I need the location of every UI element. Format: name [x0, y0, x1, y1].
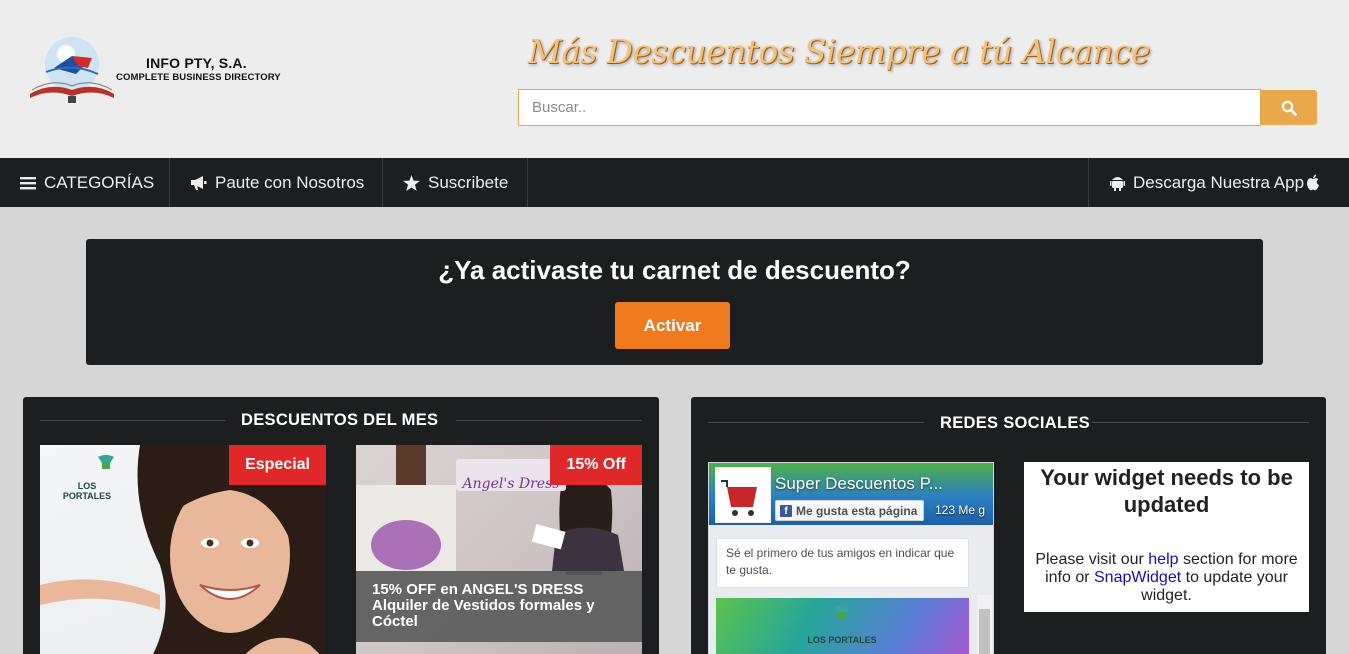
- nav-advertise[interactable]: Paute con Nosotros: [170, 158, 383, 207]
- fb-like-label: Me gusta esta página: [796, 503, 918, 518]
- menu-icon: [20, 176, 36, 189]
- deals-heading-rule-right: [456, 420, 642, 421]
- fb-post-brand: LOS PORTALES: [807, 635, 877, 645]
- deal-card[interactable]: LOS PORTALES Especial: [40, 445, 326, 654]
- fb-like-count: 123 Me g: [935, 503, 986, 517]
- nav-subscribe-label: Suscribete: [428, 172, 509, 192]
- nav-download-app[interactable]: Descarga Nuestra App: [1088, 158, 1349, 207]
- nav-categories-label: CATEGORÍAS: [44, 172, 155, 192]
- fb-timeline: Sé el primero de tus amigos en indicar q…: [709, 525, 993, 654]
- social-heading-rule-left: [708, 422, 924, 423]
- deals-heading-rule-left: [40, 420, 225, 421]
- fb-scrollbar[interactable]: [977, 595, 992, 654]
- facebook-page-widget[interactable]: Super Descuentos P... f Me gusta esta pá…: [708, 462, 994, 654]
- fb-post-image[interactable]: LOS PORTALES: [716, 598, 969, 654]
- main-navbar: CATEGORÍAS Paute con Nosotros Suscribete…: [0, 158, 1349, 207]
- snapwidget-site-link[interactable]: SnapWidget: [1094, 569, 1181, 586]
- fb-page-title[interactable]: Super Descuentos P...: [775, 474, 943, 494]
- deals-heading: DESCUENTOS DEL MES: [241, 411, 439, 429]
- activate-button[interactable]: Activar: [615, 302, 730, 349]
- snapwidget-help-link[interactable]: help: [1148, 551, 1178, 568]
- logo-title: INFO PTY, S.A.: [146, 55, 247, 71]
- fb-scrollbar-thumb[interactable]: [979, 609, 990, 654]
- android-icon: [1110, 177, 1125, 191]
- nav-categories[interactable]: CATEGORÍAS: [0, 158, 170, 207]
- deal-caption: 15% OFF en ANGEL'S DRESS Alquiler de Ves…: [356, 571, 642, 642]
- logo-subtitle: COMPLETE BUSINESS DIRECTORY: [116, 72, 281, 83]
- fb-friends-note: Sé el primero de tus amigos en indicar q…: [716, 538, 969, 588]
- snapwidget-title: Your widget needs to be updated: [1040, 465, 1293, 517]
- search-icon: [1281, 100, 1297, 116]
- apple-icon: [1307, 174, 1320, 191]
- nav-download-app-label: Descarga Nuestra App: [1133, 172, 1305, 192]
- site-logo[interactable]: INFO PTY, S.A. COMPLETE BUSINESS DIRECTO…: [26, 34, 306, 110]
- social-heading-rule-right: [1092, 422, 1309, 423]
- snapwidget-text-before: Please visit our: [1035, 551, 1149, 568]
- site-header: INFO PTY, S.A. COMPLETE BUSINESS DIRECTO…: [0, 0, 1349, 158]
- search-button[interactable]: [1261, 90, 1317, 125]
- social-heading: REDES SOCIALES: [940, 414, 1090, 432]
- snapwidget-text: Please visit our help section for more i…: [1030, 551, 1303, 605]
- deal-badge: Especial: [229, 445, 326, 485]
- deal-badge: 15% Off: [550, 445, 642, 485]
- fb-page-avatar: [715, 467, 771, 523]
- los-portales-logo-icon: [834, 606, 850, 620]
- los-portales-logo-icon: [98, 455, 114, 469]
- megaphone-icon: [191, 175, 207, 190]
- snapwidget-notice: Your widget needs to be updated Please v…: [1024, 462, 1309, 612]
- nav-advertise-label: Paute con Nosotros: [215, 172, 365, 192]
- logo-globe-book-icon: [30, 37, 114, 103]
- nav-subscribe[interactable]: Suscribete: [383, 158, 528, 207]
- card-brand: LOS PORTALES: [62, 481, 112, 501]
- facebook-icon: f: [780, 504, 792, 517]
- deal-card[interactable]: Angel's Dress 15% Off 15% OFF en ANGEL'S…: [356, 445, 642, 654]
- fb-like-button[interactable]: f Me gusta esta página: [775, 500, 925, 521]
- carnet-title: ¿Ya activaste tu carnet de descuento?: [438, 255, 911, 285]
- site-slogan: Más Descuentos Siempre a tú Alcance: [528, 32, 1150, 71]
- search-input[interactable]: [518, 89, 1261, 126]
- star-icon: [403, 174, 420, 191]
